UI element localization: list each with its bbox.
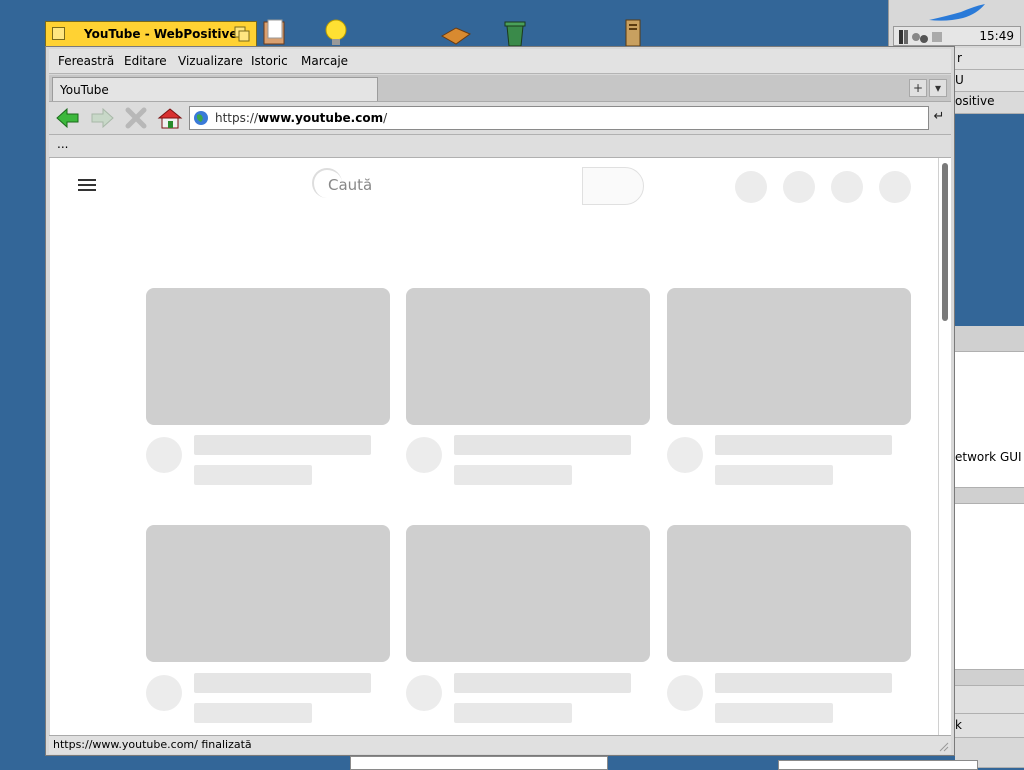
header-icon-placeholder[interactable] bbox=[783, 171, 815, 203]
go-button[interactable]: ↵ bbox=[930, 106, 948, 130]
channel-avatar-placeholder bbox=[406, 437, 442, 473]
desktop-trash-icon[interactable] bbox=[498, 18, 532, 48]
video-meta-placeholder bbox=[715, 703, 833, 723]
globe-icon bbox=[194, 111, 208, 125]
vertical-scrollbar[interactable] bbox=[938, 158, 951, 735]
menu-history[interactable]: Istoric bbox=[251, 54, 288, 68]
resize-grip-icon[interactable] bbox=[937, 740, 949, 752]
menu-bookmarks[interactable]: Marcaje bbox=[301, 54, 348, 68]
home-icon[interactable] bbox=[157, 107, 183, 129]
status-bar: https://www.youtube.com/ finalizată bbox=[49, 735, 951, 754]
video-title-placeholder bbox=[194, 435, 371, 455]
background-window bbox=[955, 686, 1024, 714]
search-button[interactable] bbox=[582, 167, 644, 205]
video-title-placeholder bbox=[715, 435, 892, 455]
channel-avatar-placeholder bbox=[406, 675, 442, 711]
background-text: etwork GUI ty bbox=[955, 450, 1024, 464]
header-icon-placeholder[interactable] bbox=[879, 171, 911, 203]
background-window: k bbox=[955, 714, 1024, 738]
video-meta-placeholder bbox=[194, 465, 312, 485]
desktop-computer-icon[interactable] bbox=[616, 18, 650, 48]
channel-avatar-placeholder bbox=[146, 675, 182, 711]
forward-arrow-icon[interactable] bbox=[89, 107, 115, 129]
video-thumbnail-placeholder[interactable] bbox=[667, 288, 911, 425]
channel-avatar-placeholder bbox=[667, 437, 703, 473]
background-window: ositive bbox=[955, 92, 1024, 114]
background-window bbox=[955, 488, 1024, 504]
url-input[interactable]: https://www.youtube.com/ bbox=[189, 106, 929, 130]
url-scheme: https:// bbox=[215, 111, 259, 125]
clock[interactable]: 15:49 bbox=[979, 29, 1014, 43]
search-placeholder: Caută bbox=[328, 176, 373, 194]
background-window: U bbox=[955, 70, 1024, 92]
window-title-tab[interactable]: YouTube - WebPositive bbox=[45, 21, 257, 47]
channel-avatar-placeholder bbox=[667, 675, 703, 711]
url-path: / bbox=[383, 111, 388, 125]
tray-icons[interactable] bbox=[898, 29, 954, 45]
tab-menu-button[interactable]: ▾ bbox=[929, 79, 947, 97]
deskbar: 15:49 bbox=[888, 0, 1024, 48]
system-tray: 15:49 bbox=[893, 26, 1021, 46]
video-thumbnail-placeholder[interactable] bbox=[406, 525, 650, 662]
background-window bbox=[778, 760, 978, 770]
menu-window[interactable]: Fereastră bbox=[58, 54, 114, 68]
new-tab-button[interactable]: + bbox=[909, 79, 927, 97]
tab-youtube[interactable]: YouTube bbox=[52, 77, 378, 101]
hamburger-menu-icon[interactable] bbox=[78, 179, 96, 191]
scrollbar-thumb[interactable] bbox=[942, 163, 948, 321]
background-window bbox=[955, 504, 1024, 670]
menu-bar: Fereastră Editare Vizualizare Istoric Ma… bbox=[49, 49, 951, 74]
window-zoom-button[interactable] bbox=[234, 26, 250, 42]
window-close-button[interactable] bbox=[52, 27, 65, 40]
background-window bbox=[955, 114, 1024, 326]
browser-window: Fereastră Editare Vizualizare Istoric Ma… bbox=[45, 46, 955, 756]
tab-bar: YouTube + ▾ bbox=[49, 75, 951, 102]
background-text: k bbox=[955, 718, 962, 732]
video-title-placeholder bbox=[454, 673, 631, 693]
tab-label: YouTube bbox=[60, 83, 109, 97]
video-thumbnail-placeholder[interactable] bbox=[667, 525, 911, 662]
navigation-bar: https://www.youtube.com/ ↵ bbox=[49, 102, 951, 135]
desktop-lightbulb-icon[interactable] bbox=[320, 18, 354, 48]
background-text: r bbox=[957, 51, 962, 65]
status-text: https://www.youtube.com/ finalizată bbox=[53, 738, 252, 751]
back-arrow-icon[interactable] bbox=[55, 107, 81, 129]
desktop-folder-icon[interactable] bbox=[256, 18, 290, 48]
search-input[interactable]: Caută bbox=[312, 168, 580, 200]
url-host: www.youtube.com bbox=[258, 111, 384, 125]
bookmarks-bar: ... bbox=[49, 135, 951, 158]
background-window bbox=[955, 326, 1024, 352]
stop-x-icon[interactable] bbox=[123, 107, 149, 129]
video-meta-placeholder bbox=[454, 703, 572, 723]
window-title: YouTube - WebPositive bbox=[84, 27, 238, 41]
menu-view[interactable]: Vizualizare bbox=[178, 54, 243, 68]
background-window: etwork GUI ty bbox=[955, 352, 1024, 488]
video-title-placeholder bbox=[194, 673, 371, 693]
background-text: ositive bbox=[955, 94, 995, 108]
video-meta-placeholder bbox=[715, 465, 833, 485]
page-content: Caută bbox=[50, 158, 938, 735]
header-icon-placeholder[interactable] bbox=[735, 171, 767, 203]
menu-edit[interactable]: Editare bbox=[124, 54, 167, 68]
url-text: https://www.youtube.com/ bbox=[215, 111, 387, 125]
background-window: r bbox=[955, 48, 1024, 70]
bookmarks-overflow[interactable]: ... bbox=[57, 137, 68, 151]
header-icon-placeholder[interactable] bbox=[831, 171, 863, 203]
video-thumbnail-placeholder[interactable] bbox=[146, 288, 390, 425]
video-title-placeholder bbox=[715, 673, 892, 693]
background-text: U bbox=[955, 73, 964, 87]
video-meta-placeholder bbox=[454, 465, 572, 485]
video-thumbnail-placeholder[interactable] bbox=[406, 288, 650, 425]
background-window bbox=[955, 670, 1024, 686]
haiku-leaf-icon[interactable] bbox=[927, 2, 987, 24]
video-meta-placeholder bbox=[194, 703, 312, 723]
video-thumbnail-placeholder[interactable] bbox=[146, 525, 390, 662]
desktop-book-icon[interactable] bbox=[438, 18, 472, 48]
channel-avatar-placeholder bbox=[146, 437, 182, 473]
video-title-placeholder bbox=[454, 435, 631, 455]
